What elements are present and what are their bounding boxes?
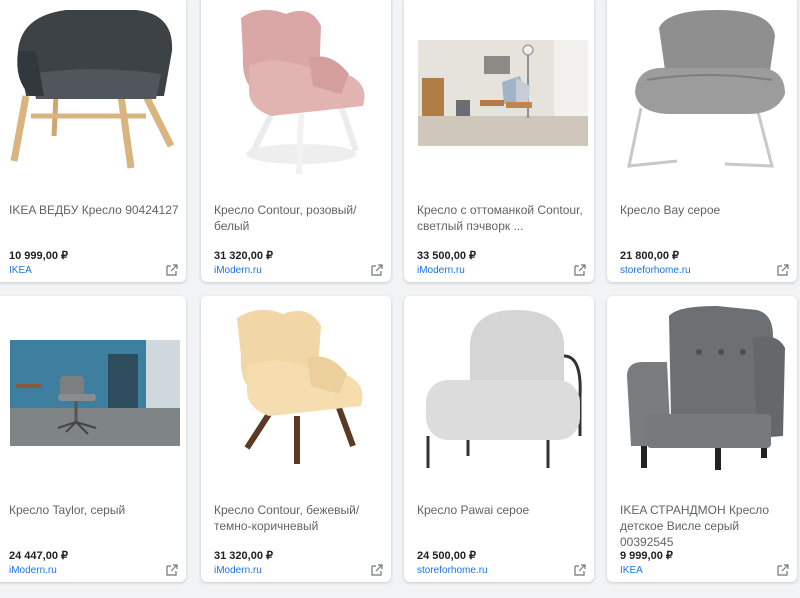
product-price: 24 500,00 ₽ — [417, 550, 476, 562]
external-link-icon[interactable] — [574, 564, 586, 576]
product-price: 21 800,00 ₽ — [620, 250, 679, 262]
product-card[interactable]: Кресло Contour, розовый/белый 31 320,00 … — [201, 0, 391, 282]
store-link[interactable]: iModern.ru — [9, 565, 57, 576]
product-image[interactable] — [201, 296, 391, 486]
product-title[interactable]: Кресло Contour, бежевый/ темно-коричневы… — [214, 502, 386, 534]
product-card[interactable]: IKEA ВЕДБУ Кресло 90424127 10 999,00 ₽ I… — [0, 0, 186, 282]
product-title[interactable]: Кресло с оттоманкой Contour, светлый пэч… — [417, 202, 589, 234]
product-price: 24 447,00 ₽ — [9, 550, 68, 562]
product-card[interactable]: Кресло Contour, бежевый/ темно-коричневы… — [201, 296, 391, 582]
product-image[interactable] — [404, 0, 594, 186]
product-image[interactable] — [607, 296, 797, 486]
external-link-icon[interactable] — [574, 264, 586, 276]
external-link-icon[interactable] — [166, 564, 178, 576]
product-card[interactable]: Кресло Bay серое 21 800,00 ₽ storeforhom… — [607, 0, 797, 282]
product-title[interactable]: Кресло Taylor, серый — [9, 502, 181, 518]
product-price: 33 500,00 ₽ — [417, 250, 476, 262]
store-link[interactable]: iModern.ru — [214, 265, 262, 276]
product-title[interactable]: Кресло Contour, розовый/белый — [214, 202, 386, 234]
external-link-icon[interactable] — [777, 564, 789, 576]
product-card[interactable]: Кресло Taylor, серый 24 447,00 ₽ iModern… — [0, 296, 186, 582]
product-title[interactable]: IKEA ВЕДБУ Кресло 90424127 — [9, 202, 181, 218]
product-title[interactable]: IKEA СТРАНДМОН Кресло детское Висле серы… — [620, 502, 792, 550]
store-link[interactable]: iModern.ru — [417, 265, 465, 276]
product-image[interactable] — [0, 0, 186, 186]
product-price: 31 320,00 ₽ — [214, 250, 273, 262]
product-card[interactable]: Кресло Pawai серое 24 500,00 ₽ storeforh… — [404, 296, 594, 582]
store-link[interactable]: IKEA — [9, 265, 32, 276]
product-price: 31 320,00 ₽ — [214, 550, 273, 562]
product-title[interactable]: Кресло Bay серое — [620, 202, 792, 218]
product-image[interactable] — [607, 0, 797, 186]
external-link-icon[interactable] — [371, 264, 383, 276]
store-link[interactable]: storeforhome.ru — [620, 265, 691, 276]
external-link-icon[interactable] — [371, 564, 383, 576]
store-link[interactable]: IKEA — [620, 565, 643, 576]
external-link-icon[interactable] — [166, 264, 178, 276]
product-image[interactable] — [201, 0, 391, 186]
product-price: 10 999,00 ₽ — [9, 250, 68, 262]
product-title[interactable]: Кресло Pawai серое — [417, 502, 589, 518]
product-grid: IKEA ВЕДБУ Кресло 90424127 10 999,00 ₽ I… — [0, 0, 800, 598]
store-link[interactable]: iModern.ru — [214, 565, 262, 576]
store-link[interactable]: storeforhome.ru — [417, 565, 488, 576]
product-card[interactable]: Кресло с оттоманкой Contour, светлый пэч… — [404, 0, 594, 282]
product-price: 9 999,00 ₽ — [620, 550, 673, 562]
external-link-icon[interactable] — [777, 264, 789, 276]
product-card[interactable]: IKEA СТРАНДМОН Кресло детское Висле серы… — [607, 296, 797, 582]
product-image[interactable] — [404, 296, 594, 486]
product-image[interactable] — [0, 296, 186, 486]
